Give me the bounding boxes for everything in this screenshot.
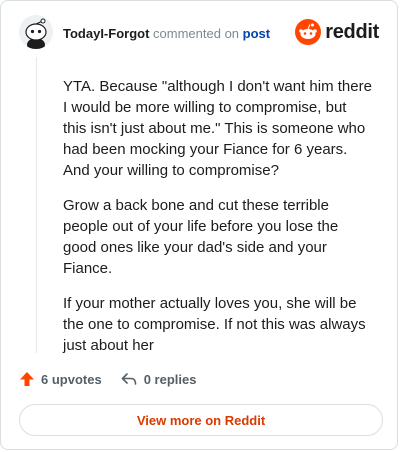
username-link[interactable]: TodayI-Forgot	[63, 26, 149, 41]
reply-arrow-icon	[121, 373, 136, 385]
thread-line	[36, 57, 37, 353]
upvote-count: 6 upvotes	[41, 371, 102, 387]
reddit-wordmark: reddit	[325, 20, 379, 43]
reply-button[interactable]: 0 replies	[120, 371, 197, 387]
comment-paragraph: Grow a back bone and cut these terrible …	[63, 197, 339, 277]
action-text: commented on	[153, 26, 240, 41]
avatar[interactable]	[19, 15, 53, 49]
view-more-button[interactable]: View more on Reddit	[19, 404, 383, 436]
reddit-snoo-icon	[295, 19, 322, 45]
reddit-logo[interactable]: reddit	[295, 19, 379, 45]
post-link[interactable]: post	[243, 26, 270, 41]
comment-header: TodayI-Forgot commented on post	[63, 26, 270, 41]
comment-card: TodayI-Forgot commented on post reddit Y…	[0, 0, 398, 450]
upvote-button[interactable]: 6 upvotes	[19, 371, 102, 387]
snoo-avatar-icon	[19, 15, 53, 49]
reply-count: 0 replies	[143, 371, 197, 387]
upvote-arrow-icon	[20, 372, 34, 386]
comment-body: YTA. Because "although I don't want him …	[63, 76, 373, 370]
comment-paragraph: If your mother actually loves you, she w…	[63, 295, 366, 354]
comment-actions: 6 upvotes 0 replies	[19, 371, 214, 387]
comment-paragraph: YTA. Because "although I don't want him …	[63, 78, 372, 179]
